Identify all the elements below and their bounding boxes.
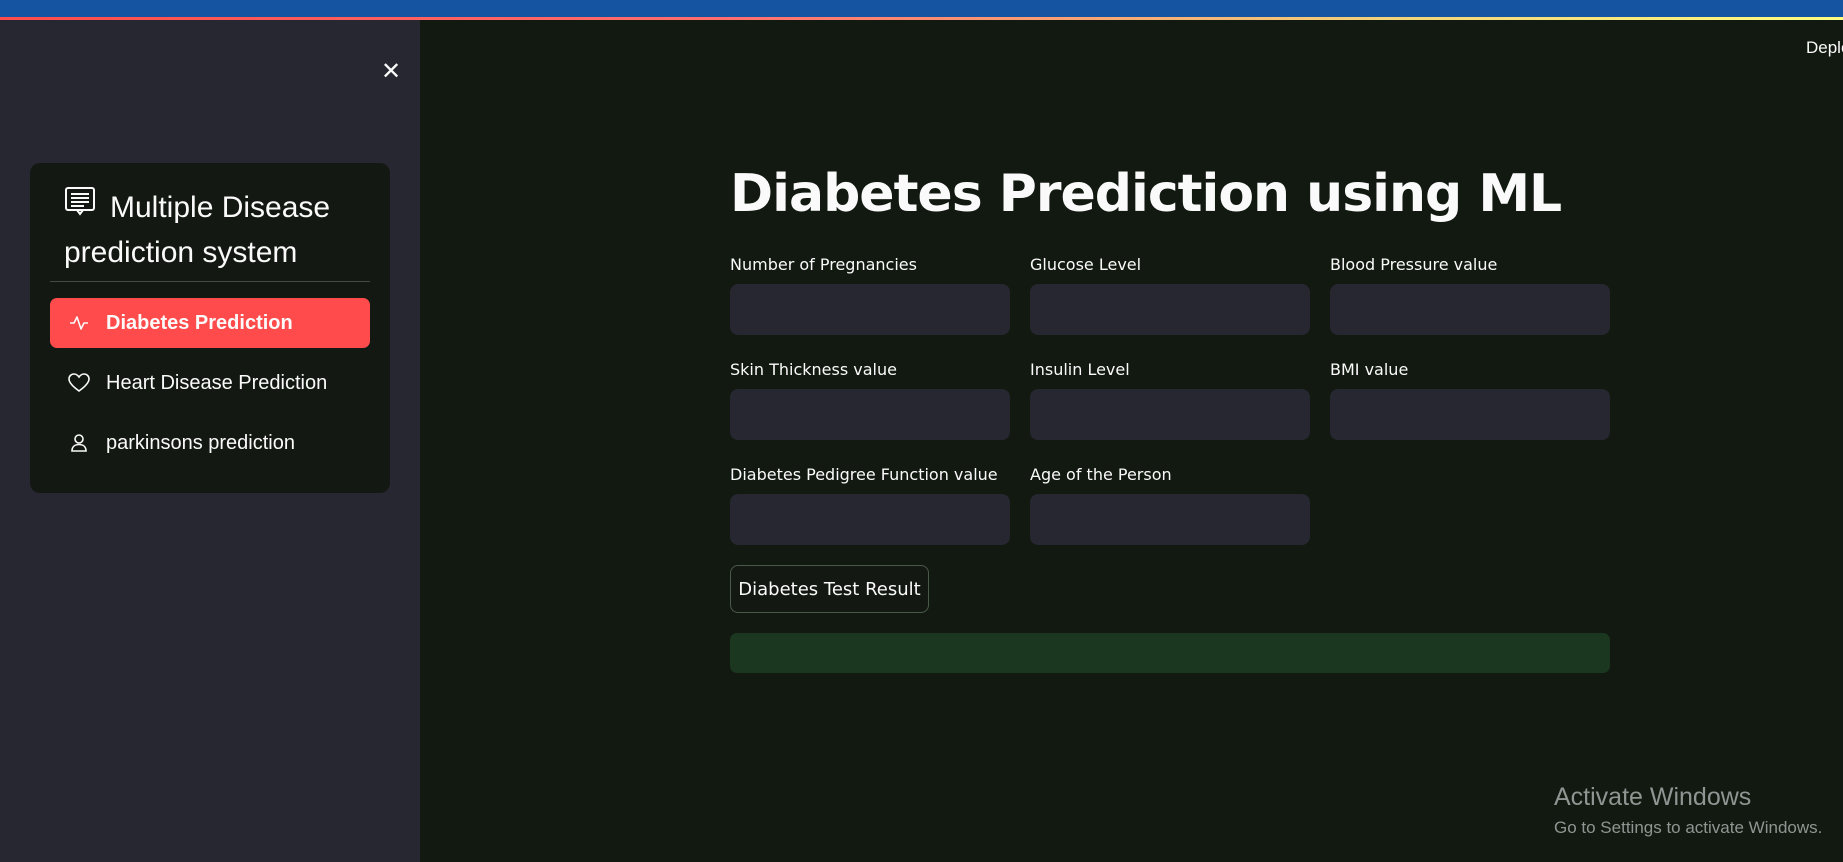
menu-title: Multiple Disease prediction system (64, 185, 364, 275)
bmi-input[interactable] (1330, 389, 1610, 440)
insulin-label: Insulin Level (1030, 360, 1130, 379)
activate-windows-subtitle: Go to Settings to activate Windows. (1554, 818, 1823, 837)
activity-icon (68, 312, 90, 334)
blood-pressure-input[interactable] (1330, 284, 1610, 335)
heart-icon (68, 372, 90, 394)
menu-item-label: Heart Disease Prediction (106, 371, 328, 394)
glucose-input[interactable] (1030, 284, 1310, 335)
menu-item-label: parkinsons prediction (106, 431, 295, 454)
glucose-label: Glucose Level (1030, 255, 1142, 274)
bmi-label: BMI value (1330, 360, 1409, 379)
skin-thickness-input[interactable] (730, 389, 1010, 440)
menu-item-label: Diabetes Prediction (106, 311, 293, 334)
document-list-icon (64, 184, 96, 229)
insulin-input[interactable] (1030, 389, 1310, 440)
activate-windows-title: Activate Windows (1554, 783, 1752, 811)
pedigree-function-label: Diabetes Pedigree Function value (730, 465, 998, 484)
blood-pressure-label: Blood Pressure value (1330, 255, 1498, 274)
close-icon[interactable]: ✕ (378, 58, 404, 84)
pedigree-function-input[interactable] (730, 494, 1010, 545)
menu-item-diabetes-prediction[interactable]: Diabetes Prediction (50, 298, 370, 348)
skin-thickness-label: Skin Thickness value (730, 360, 897, 379)
option-menu: Multiple Disease prediction system Diabe… (30, 163, 390, 493)
age-label: Age of the Person (1030, 465, 1172, 484)
menu-item-parkinsons-prediction[interactable]: parkinsons prediction (50, 418, 370, 468)
diabetes-test-result-button[interactable]: Diabetes Test Result (730, 565, 929, 613)
sidebar: ✕ Multiple Disease prediction system Dia… (0, 20, 420, 862)
menu-divider (50, 281, 370, 282)
pregnancies-label: Number of Pregnancies (730, 255, 917, 274)
result-success-box (730, 633, 1610, 673)
age-input[interactable] (1030, 494, 1310, 545)
deploy-button[interactable]: Deplo (1806, 38, 1843, 58)
page-title: Diabetes Prediction using ML (730, 164, 1562, 224)
pregnancies-input[interactable] (730, 284, 1010, 335)
menu-title-text: Multiple Disease prediction system (64, 191, 331, 269)
menu-item-heart-disease-prediction[interactable]: Heart Disease Prediction (50, 358, 370, 408)
person-icon (68, 432, 90, 454)
